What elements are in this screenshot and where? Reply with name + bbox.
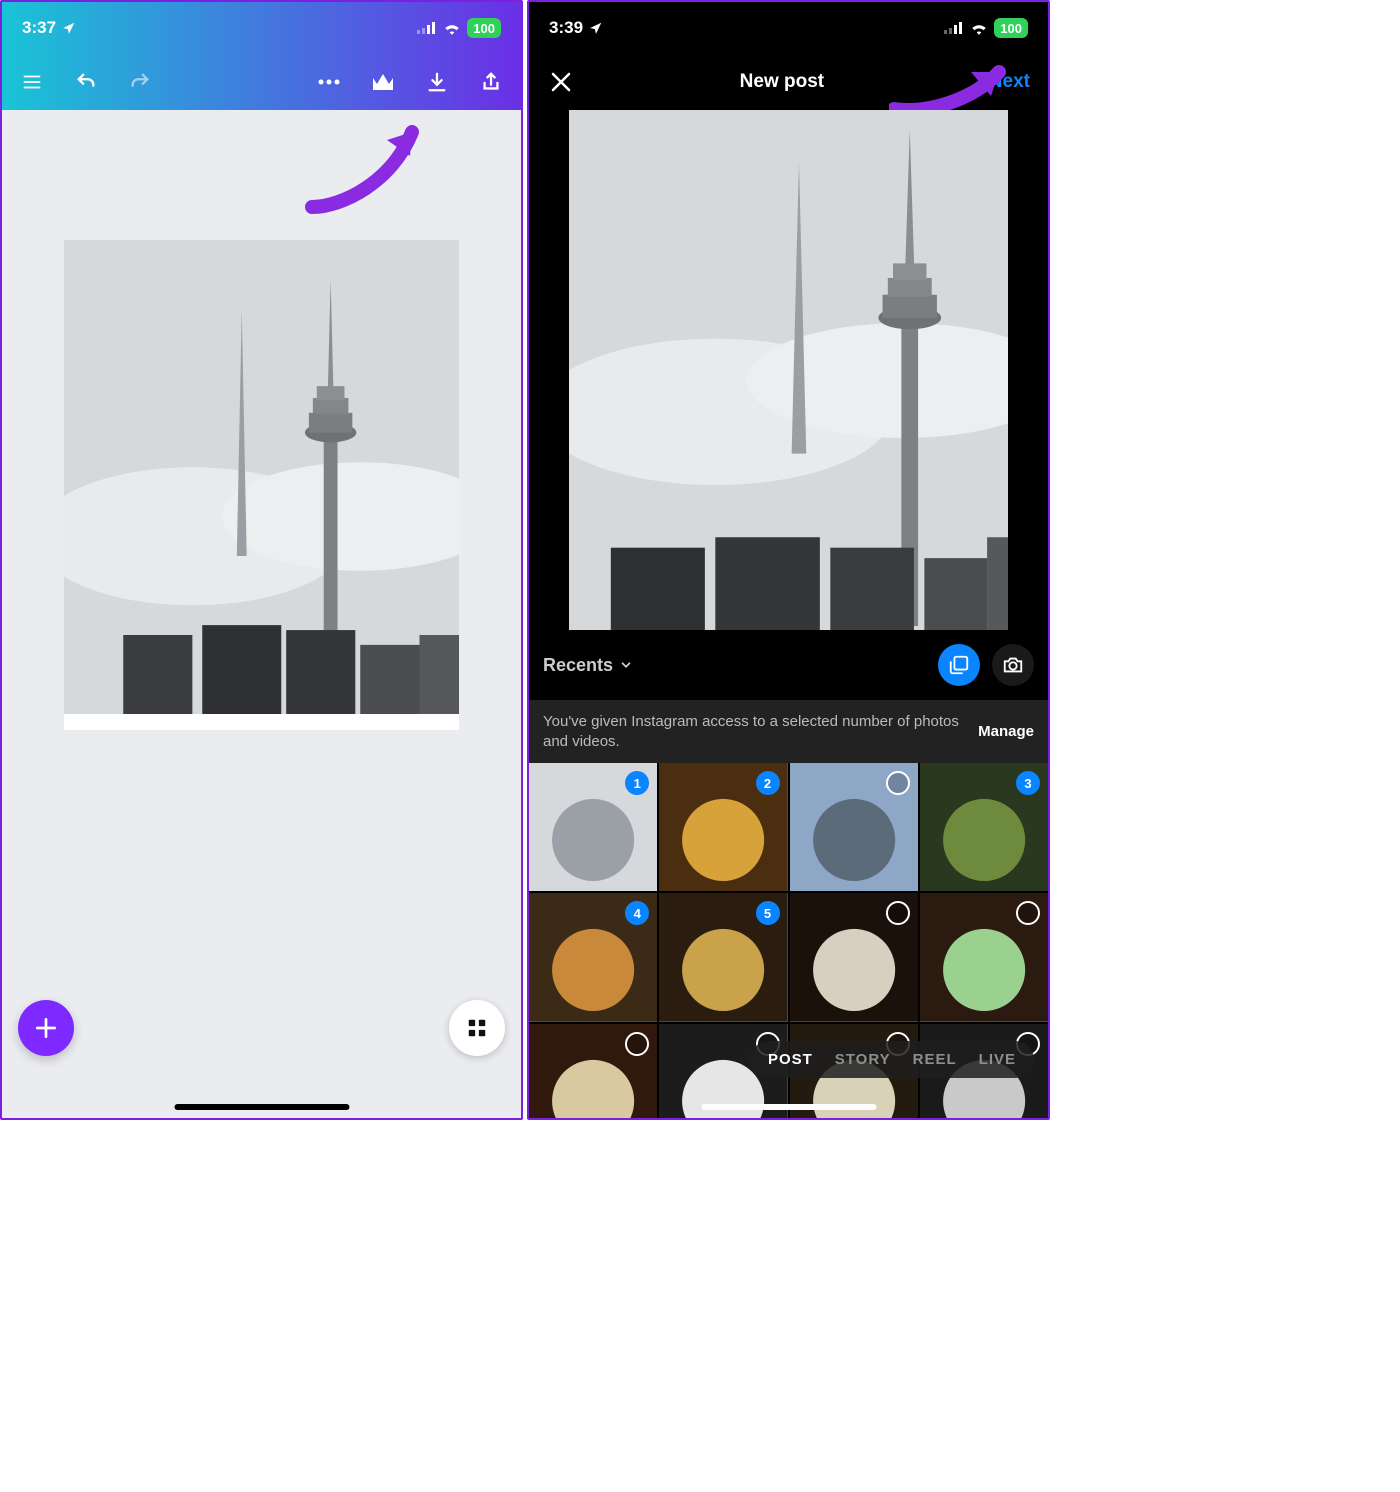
album-bar: Recents <box>529 630 1048 700</box>
preview-area[interactable] <box>529 110 1048 630</box>
undo-button[interactable] <box>72 68 100 96</box>
stack-icon <box>948 654 970 676</box>
redo-icon <box>129 71 151 93</box>
manage-access-button[interactable]: Manage <box>978 723 1034 740</box>
plus-icon <box>33 1015 59 1041</box>
photo-thumb[interactable]: 2 <box>659 763 787 891</box>
more-icon <box>318 79 340 85</box>
layout-button[interactable] <box>449 1000 505 1056</box>
canva-editor-screen: 3:37 100 <box>0 0 523 1120</box>
photo-thumb[interactable]: 1 <box>529 763 657 891</box>
selection-badge: 3 <box>1016 771 1040 795</box>
editor-toolbar <box>2 54 521 110</box>
battery-indicator: 100 <box>994 18 1028 38</box>
canvas-image <box>64 240 459 714</box>
close-icon <box>549 70 573 94</box>
album-selector[interactable]: Recents <box>543 655 633 676</box>
undo-icon <box>75 71 97 93</box>
location-icon <box>62 21 76 35</box>
photo-thumb[interactable] <box>920 893 1048 1021</box>
home-indicator <box>701 1104 876 1110</box>
selection-badge: 2 <box>756 771 780 795</box>
menu-icon <box>21 71 43 93</box>
chevron-down-icon <box>619 658 633 672</box>
photo-thumb[interactable]: 4 <box>529 893 657 1021</box>
status-bar: 3:39 100 <box>529 2 1048 54</box>
more-button[interactable] <box>315 68 343 96</box>
battery-indicator: 100 <box>467 18 501 38</box>
wifi-icon <box>443 21 461 35</box>
home-indicator <box>174 1104 349 1110</box>
photo-thumb[interactable] <box>790 763 918 891</box>
location-icon <box>589 21 603 35</box>
nav-bar: New post Next <box>529 54 1048 110</box>
selection-badge: 5 <box>756 901 780 925</box>
mode-reel[interactable]: REEL <box>913 1051 957 1068</box>
photo-thumb[interactable]: 5 <box>659 893 787 1021</box>
status-time: 3:37 <box>22 18 56 38</box>
redo-button[interactable] <box>126 68 154 96</box>
page-title: New post <box>740 71 824 93</box>
mode-post[interactable]: POST <box>768 1051 813 1068</box>
grid-icon <box>466 1017 488 1039</box>
photo-thumb[interactable] <box>529 1024 657 1121</box>
selection-circle <box>625 1032 649 1056</box>
status-bar: 3:37 100 <box>2 2 521 54</box>
menu-button[interactable] <box>18 68 46 96</box>
post-mode-switch[interactable]: POST STORY REEL LIVE <box>750 1041 1034 1078</box>
cellular-icon <box>417 22 437 34</box>
selection-circle <box>886 771 910 795</box>
camera-icon <box>1002 654 1024 676</box>
limited-access-banner: You've given Instagram access to a selec… <box>529 700 1048 763</box>
camera-button[interactable] <box>992 644 1034 686</box>
download-icon <box>426 71 448 93</box>
photo-thumb[interactable]: 3 <box>920 763 1048 891</box>
canvas-area[interactable] <box>2 110 521 1118</box>
add-button[interactable] <box>18 1000 74 1056</box>
share-button[interactable] <box>477 68 505 96</box>
select-multiple-button[interactable] <box>938 644 980 686</box>
close-button[interactable] <box>547 68 575 96</box>
next-button[interactable]: Next <box>989 71 1030 93</box>
mode-live[interactable]: LIVE <box>979 1051 1016 1068</box>
canvas-page[interactable] <box>64 240 459 730</box>
status-time: 3:39 <box>549 18 583 38</box>
premium-button[interactable] <box>369 68 397 96</box>
access-message: You've given Instagram access to a selec… <box>543 712 966 751</box>
selection-circle <box>886 901 910 925</box>
photo-thumb[interactable] <box>790 893 918 1021</box>
cellular-icon <box>944 22 964 34</box>
share-icon <box>480 71 502 93</box>
crown-icon <box>371 72 395 92</box>
preview-image <box>569 110 1008 630</box>
download-button[interactable] <box>423 68 451 96</box>
album-label: Recents <box>543 655 613 676</box>
wifi-icon <box>970 21 988 35</box>
instagram-new-post-screen: 3:39 100 New post Next <box>527 0 1050 1120</box>
mode-story[interactable]: STORY <box>835 1051 891 1068</box>
